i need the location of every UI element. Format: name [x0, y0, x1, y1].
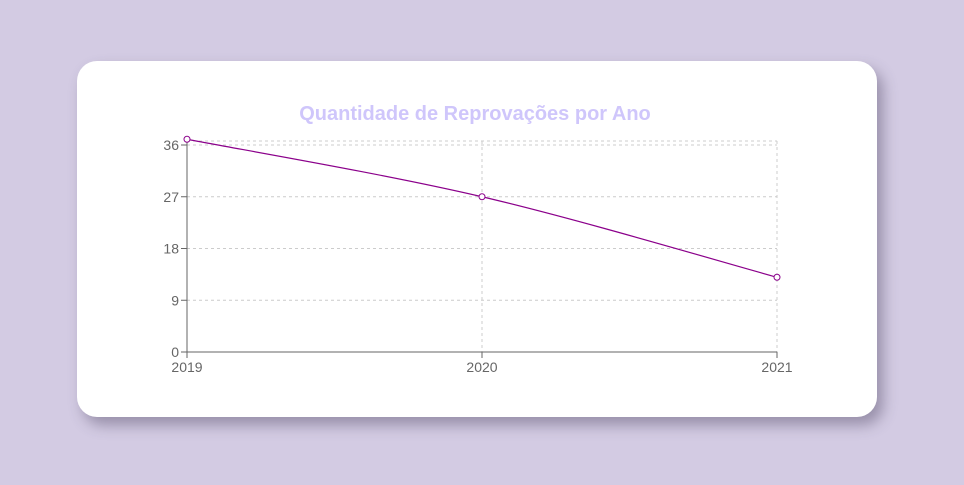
grid-lines	[187, 140, 778, 352]
y-tick-label-18: 18	[163, 241, 179, 257]
axes	[181, 141, 778, 358]
y-tick-label-9: 9	[171, 292, 179, 308]
y-tick-label-27: 27	[163, 189, 179, 205]
y-tick-label-0: 0	[171, 344, 179, 360]
y-tick-label-36: 36	[163, 137, 179, 153]
data-point-2021	[773, 273, 781, 281]
x-tick-label-2019: 2019	[171, 359, 202, 375]
x-tick-label-2021: 2021	[761, 359, 792, 375]
data-point-2020	[478, 193, 486, 201]
line-chart: 0 9 18 27 36 2019 2020 2021	[163, 135, 793, 375]
x-tick-label-2020: 2020	[466, 359, 497, 375]
chart-card: Quantidade de Reprovações por Ano 0 9 18 27…	[77, 61, 877, 417]
tick-labels: 0 9 18 27 36 2019 2020 2021	[163, 137, 792, 375]
data-point-2019	[183, 135, 191, 143]
